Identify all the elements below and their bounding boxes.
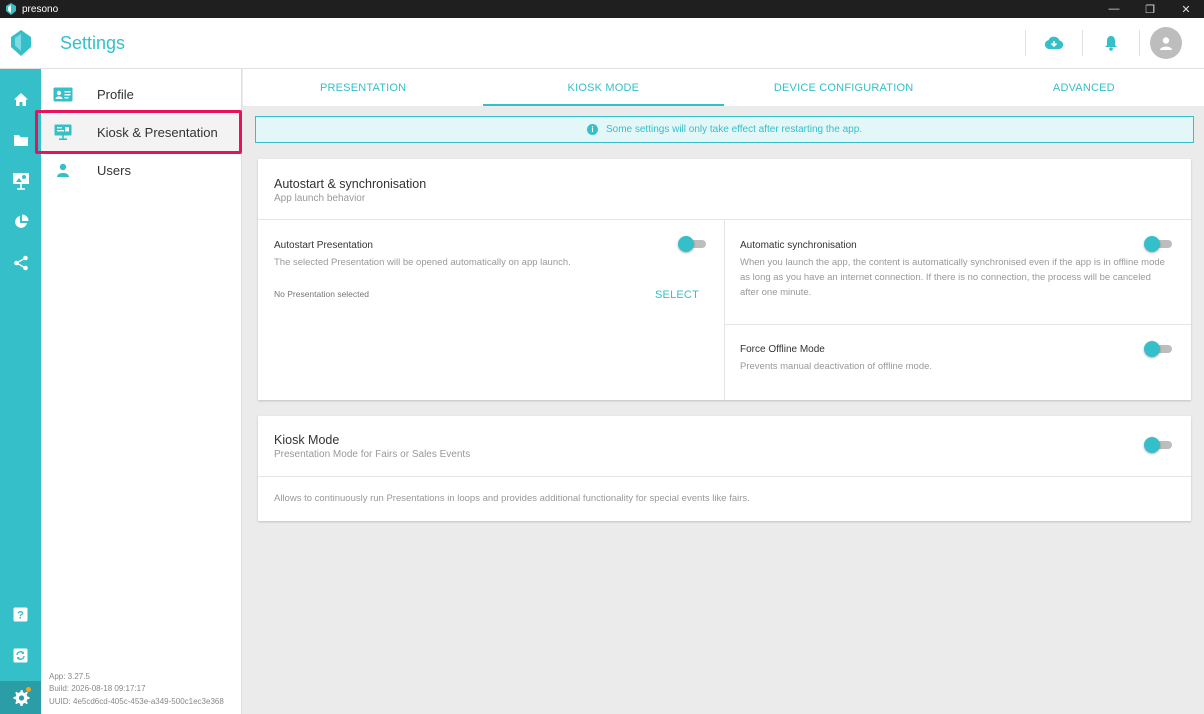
main-nav-rail: ? bbox=[0, 69, 41, 714]
home-icon[interactable] bbox=[0, 84, 41, 114]
analytics-pie-icon[interactable] bbox=[0, 207, 41, 237]
window-title: presono bbox=[22, 3, 59, 15]
settings-tabs: PRESENTATION KIOSK MODE DEVICE CONFIGURA… bbox=[243, 69, 1204, 106]
monitor-icon bbox=[41, 124, 85, 140]
kiosk-mode-toggle[interactable] bbox=[1144, 437, 1174, 453]
app-logo-icon bbox=[4, 2, 18, 16]
sidebar-item-label: Users bbox=[97, 162, 131, 178]
refresh-icon[interactable] bbox=[0, 640, 41, 670]
autostart-presentation-toggle[interactable] bbox=[678, 236, 708, 252]
user-avatar-icon[interactable] bbox=[1150, 27, 1182, 59]
banner-text: Some settings will only take effect afte… bbox=[605, 124, 863, 135]
setting-description: When you launch the app, the content is … bbox=[740, 257, 1165, 298]
card-subtitle: App launch behavior bbox=[274, 193, 366, 204]
sidebar-item-label: Kiosk & Presentation bbox=[97, 124, 218, 140]
tab-advanced[interactable]: ADVANCED bbox=[964, 69, 1204, 106]
app-version: App: 3.27.5 bbox=[49, 671, 90, 681]
maximize-button[interactable]: ❐ bbox=[1132, 0, 1168, 18]
autostart-presentation-setting: Autostart Presentation The selected Pres… bbox=[274, 240, 674, 270]
app-header: Settings bbox=[0, 18, 1204, 69]
info-icon: i bbox=[586, 124, 598, 135]
settings-badge-dot bbox=[26, 687, 31, 692]
presono-logo-icon[interactable] bbox=[0, 18, 41, 69]
column-divider bbox=[724, 219, 725, 400]
settings-sidebar: Profile Kiosk & Presentation Users App: … bbox=[35, 69, 242, 714]
window-titlebar: presono — ❐ ✕ bbox=[0, 0, 1204, 18]
tab-kiosk-mode[interactable]: KIOSK MODE bbox=[483, 69, 724, 106]
bell-icon[interactable] bbox=[1083, 35, 1139, 51]
setting-title: Autostart Presentation bbox=[274, 240, 373, 251]
row-divider bbox=[724, 324, 1191, 325]
setting-title: Automatic synchronisation bbox=[740, 240, 857, 251]
card-divider bbox=[258, 476, 1191, 477]
header-divider bbox=[1139, 30, 1140, 56]
card-subtitle: Presentation Mode for Fairs or Sales Eve… bbox=[274, 449, 471, 460]
autostart-sync-card: Autostart & synchronisation App launch b… bbox=[258, 159, 1191, 400]
force-offline-setting: Force Offline Mode Prevents manual deact… bbox=[740, 344, 1140, 374]
svg-text:?: ? bbox=[17, 609, 24, 621]
setting-description: Prevents manual deactivation of offline … bbox=[740, 361, 933, 372]
setting-description: The selected Presentation will be opened… bbox=[274, 257, 571, 268]
folder-icon[interactable] bbox=[0, 125, 41, 155]
help-icon[interactable]: ? bbox=[0, 599, 41, 629]
sidebar-item-kiosk-presentation[interactable]: Kiosk & Presentation bbox=[41, 113, 242, 151]
sidebar-item-users[interactable]: Users bbox=[41, 151, 242, 189]
share-icon[interactable] bbox=[0, 248, 41, 278]
app-version-info: App: 3.27.5 Build: 2026-08-18 09:17:17 U… bbox=[49, 671, 224, 709]
close-button[interactable]: ✕ bbox=[1168, 0, 1204, 18]
no-presentation-label: No Presentation selected bbox=[274, 289, 369, 299]
minimize-button[interactable]: — bbox=[1096, 0, 1132, 18]
sidebar-item-profile[interactable]: Profile bbox=[41, 75, 242, 113]
automatic-sync-toggle[interactable] bbox=[1144, 236, 1174, 252]
automatic-sync-setting: Automatic synchronisation When you launc… bbox=[740, 240, 1165, 300]
settings-gear-icon[interactable] bbox=[0, 681, 41, 714]
presentation-icon[interactable] bbox=[0, 166, 41, 196]
setting-title: Force Offline Mode bbox=[740, 344, 825, 355]
cloud-sync-icon[interactable] bbox=[1026, 36, 1082, 50]
sidebar-item-label: Profile bbox=[97, 86, 134, 102]
tab-presentation[interactable]: PRESENTATION bbox=[243, 69, 483, 106]
kiosk-mode-description: Allows to continuously run Presentations… bbox=[274, 493, 750, 504]
user-icon bbox=[41, 163, 85, 177]
card-title: Autostart & synchronisation bbox=[274, 177, 427, 191]
card-title: Kiosk Mode bbox=[274, 433, 340, 447]
profile-card-icon bbox=[41, 87, 85, 102]
kiosk-mode-card: Kiosk Mode Presentation Mode for Fairs o… bbox=[258, 416, 1191, 521]
force-offline-toggle[interactable] bbox=[1144, 341, 1174, 357]
select-presentation-button[interactable]: SELECT bbox=[655, 289, 699, 301]
app-build: Build: 2026-08-18 09:17:17 bbox=[49, 684, 146, 693]
page-title: Settings bbox=[60, 32, 126, 53]
restart-info-banner: i Some settings will only take effect af… bbox=[255, 116, 1194, 143]
tab-device-configuration[interactable]: DEVICE CONFIGURATION bbox=[724, 69, 964, 106]
app-uuid: UUID: 4e5cd6cd-405c-453e-a349-500c1ec3e3… bbox=[49, 696, 224, 706]
